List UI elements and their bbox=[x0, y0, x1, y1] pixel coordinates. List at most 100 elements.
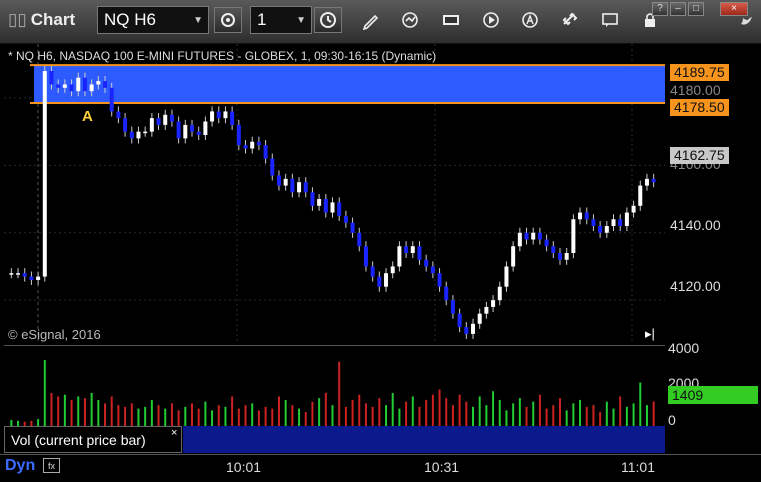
volume-bar bbox=[371, 406, 374, 426]
candle-body bbox=[283, 178, 288, 186]
candle-body bbox=[169, 114, 174, 122]
volume-bar bbox=[104, 403, 107, 426]
volume-bar bbox=[385, 405, 388, 426]
volume-bar bbox=[545, 408, 548, 426]
candle-body bbox=[457, 313, 462, 328]
candle-body bbox=[384, 273, 389, 287]
volume-bar bbox=[445, 398, 448, 426]
volume-bar bbox=[318, 398, 321, 426]
interval-value: 1 bbox=[257, 10, 267, 29]
minimize-button[interactable]: – bbox=[670, 2, 686, 16]
candle-body bbox=[189, 124, 194, 132]
dynamic-mode-label[interactable]: Dyn bbox=[5, 457, 35, 475]
data-window-icon[interactable] bbox=[441, 10, 461, 30]
volume-bar bbox=[177, 410, 180, 426]
help-button[interactable]: ? bbox=[652, 2, 668, 16]
candle-body bbox=[410, 246, 415, 253]
zone-top-badge: 4189.75 bbox=[670, 64, 729, 81]
candle-body bbox=[357, 232, 362, 247]
candle-body bbox=[564, 252, 569, 260]
candle-body bbox=[537, 232, 542, 240]
volume-bar bbox=[291, 405, 294, 426]
symbol-input[interactable]: NQ H6 ▼ bbox=[97, 6, 209, 34]
volume-bar bbox=[351, 399, 354, 426]
volume-bar bbox=[277, 396, 280, 426]
volume-bar bbox=[338, 361, 341, 426]
candle-body bbox=[604, 226, 609, 233]
window-title[interactable]: ▯▯ Chart bbox=[8, 10, 75, 30]
volume-bar bbox=[378, 398, 381, 426]
chevron-down-icon[interactable]: ▼ bbox=[193, 15, 203, 26]
price-chart[interactable] bbox=[4, 44, 665, 344]
volume-bar bbox=[619, 396, 622, 426]
candle-body bbox=[109, 87, 114, 112]
study-tab[interactable]: Vol (current price bar) bbox=[4, 426, 182, 453]
candle-body bbox=[156, 118, 161, 125]
chart-annotation[interactable]: A bbox=[82, 108, 93, 125]
volume-bar bbox=[150, 399, 153, 426]
clock-icon bbox=[320, 12, 336, 28]
alert-icon[interactable] bbox=[520, 10, 540, 30]
study-bar bbox=[183, 426, 665, 453]
maximize-button[interactable]: □ bbox=[688, 2, 704, 16]
study-close-icon[interactable]: × bbox=[171, 427, 177, 439]
candle-body bbox=[82, 77, 87, 92]
candle-body bbox=[491, 300, 496, 307]
interval-button[interactable] bbox=[314, 7, 342, 33]
candle-body bbox=[56, 84, 61, 88]
volume-bar bbox=[585, 406, 588, 426]
volume-bar bbox=[77, 396, 80, 426]
candle-body bbox=[437, 273, 442, 287]
candle-body bbox=[29, 276, 34, 280]
candle-body bbox=[337, 202, 342, 216]
symbol-settings-button[interactable] bbox=[214, 7, 242, 33]
candle-body bbox=[290, 178, 295, 193]
candle-body bbox=[544, 239, 549, 247]
candle-body bbox=[363, 246, 368, 267]
pencil-icon[interactable] bbox=[361, 10, 381, 30]
candle-body bbox=[397, 246, 402, 267]
scroll-to-end-icon[interactable]: ▸| bbox=[645, 326, 655, 342]
candle-body bbox=[417, 246, 422, 260]
time-settings-icon[interactable]: fx bbox=[43, 458, 60, 473]
volume-bar bbox=[599, 412, 602, 426]
candle-body bbox=[123, 118, 128, 132]
price-chart-area[interactable] bbox=[4, 44, 665, 344]
volume-bar bbox=[512, 403, 515, 426]
time-tick: 10:31 bbox=[424, 459, 460, 475]
candle-body bbox=[143, 131, 148, 134]
refresh-icon[interactable] bbox=[400, 10, 420, 30]
candle-body bbox=[76, 77, 81, 92]
play-icon[interactable] bbox=[481, 10, 501, 30]
chart-description: * NQ H6, NASDAQ 100 E-MINI FUTURES - GLO… bbox=[8, 49, 437, 63]
candle-body bbox=[22, 273, 27, 277]
candle-body bbox=[611, 219, 616, 227]
volume-chart[interactable] bbox=[4, 346, 665, 426]
volume-bar bbox=[579, 399, 582, 426]
copyright-text: © eSignal, 2016 bbox=[8, 327, 101, 342]
volume-bar bbox=[170, 403, 173, 426]
candle-body bbox=[497, 286, 502, 301]
volume-bar bbox=[451, 405, 454, 426]
volume-bar bbox=[485, 405, 488, 426]
link-icon[interactable] bbox=[560, 10, 580, 30]
chevron-down-icon[interactable]: ▼ bbox=[296, 15, 306, 26]
volume-bar bbox=[184, 406, 187, 426]
candle-body bbox=[504, 266, 509, 287]
drag-grip-icon[interactable]: ▯▯ bbox=[8, 10, 27, 29]
volume-bar bbox=[639, 382, 642, 426]
candle-body bbox=[216, 111, 221, 119]
candle-body bbox=[129, 131, 134, 139]
chat-icon[interactable] bbox=[600, 10, 620, 30]
candle-body bbox=[464, 327, 469, 334]
volume-bar bbox=[237, 408, 240, 426]
candle-body bbox=[223, 111, 228, 119]
volume-bar bbox=[271, 408, 274, 426]
volume-panel[interactable] bbox=[4, 345, 665, 426]
candle-body bbox=[484, 306, 489, 314]
candle-body bbox=[276, 175, 281, 186]
candle-body bbox=[230, 111, 235, 125]
interval-input[interactable]: 1 ▼ bbox=[250, 6, 312, 34]
candle-body bbox=[571, 219, 576, 253]
twitter-icon[interactable] bbox=[740, 14, 754, 28]
